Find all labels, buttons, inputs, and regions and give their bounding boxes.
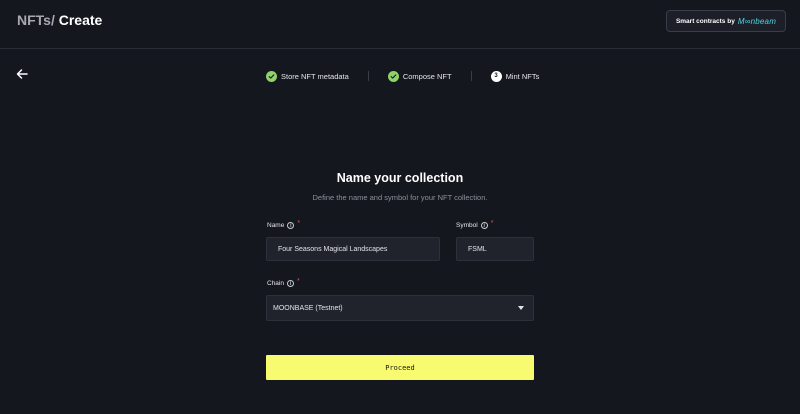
- progress-steps: Store NFT metadata Compose NFT 3 Mint NF…: [266, 69, 539, 83]
- step-label: Compose NFT: [402, 71, 452, 81]
- step-number-badge: 3: [490, 70, 502, 82]
- required-asterisk: *: [296, 278, 300, 285]
- step-divider: [470, 71, 472, 81]
- step-label: Store NFT metadata: [281, 71, 349, 81]
- step-label: Mint NFTs: [505, 71, 540, 81]
- symbol-label: Symbol: [456, 222, 478, 229]
- info-icon[interactable]: i: [287, 222, 295, 229]
- chevron-down-icon: [518, 306, 524, 310]
- name-label-row: Name i *: [267, 220, 301, 229]
- chain-selected-value: MOONBASE (Testnet): [273, 304, 343, 312]
- check-icon: [266, 70, 277, 82]
- step-compose-nft: Compose NFT: [387, 70, 452, 82]
- required-asterisk: *: [297, 220, 301, 227]
- breadcrumb-nfts-link[interactable]: NFTs/: [17, 12, 55, 28]
- moonbeam-logo: M∞nbeam: [737, 16, 777, 26]
- step-store-metadata: Store NFT metadata: [266, 70, 349, 82]
- proceed-button[interactable]: Proceed: [266, 355, 534, 380]
- chain-select[interactable]: MOONBASE (Testnet): [266, 295, 534, 321]
- chain-label: Chain: [267, 280, 284, 287]
- name-input[interactable]: Four Seasons Magical Landscapes: [266, 237, 440, 261]
- form-title: Name your collection: [336, 171, 464, 185]
- back-arrow-icon[interactable]: [15, 67, 29, 81]
- step-divider: [367, 71, 369, 81]
- step-mint-nfts: 3 Mint NFTs: [490, 70, 540, 82]
- chain-label-row: Chain i *: [267, 278, 300, 287]
- breadcrumb: NFTs/ Create: [17, 12, 102, 28]
- breadcrumb-current: Create: [58, 12, 103, 28]
- name-label: Name: [267, 222, 285, 229]
- page-header: NFTs/ Create Smart contracts by M∞nbeam: [0, 0, 800, 49]
- symbol-label-row: Symbol i *: [456, 220, 494, 229]
- symbol-input[interactable]: FSML: [456, 237, 534, 261]
- info-icon[interactable]: i: [286, 280, 294, 287]
- info-icon[interactable]: i: [480, 222, 488, 229]
- check-icon: [387, 70, 399, 82]
- smart-contracts-badge[interactable]: Smart contracts by M∞nbeam: [666, 10, 786, 32]
- form-subtitle: Define the name and symbol for your NFT …: [312, 193, 488, 202]
- badge-text: Smart contracts by: [675, 17, 735, 25]
- required-asterisk: *: [490, 220, 494, 227]
